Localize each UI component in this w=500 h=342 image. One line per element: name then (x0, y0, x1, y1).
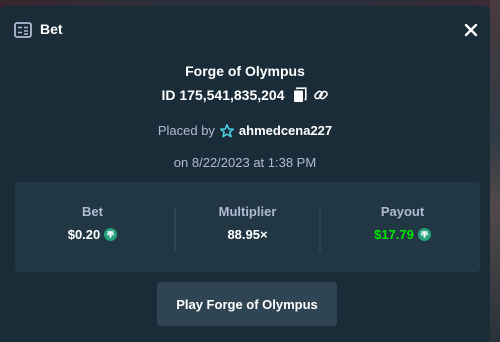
bet-label: Bet (82, 204, 103, 219)
bet-value-row: $0.20 (15, 227, 170, 242)
stat-divider (319, 208, 321, 252)
multiplier-value: 88.95× (227, 227, 268, 242)
multiplier-label: Multiplier (218, 204, 277, 219)
payout-stat: Payout $17.79 (325, 182, 480, 272)
multiplier-stat: Multiplier 88.95× (170, 182, 325, 272)
bet-id: ID 175,541,835,204 (161, 87, 285, 103)
game-name: Forge of Olympus (185, 63, 305, 79)
backdrop-edge (490, 0, 500, 342)
placed-by-label: Placed by (157, 123, 215, 138)
payout-value-row: $17.79 (325, 227, 480, 242)
bet-id-row: ID 175,541,835,204 (0, 85, 490, 105)
bet-value: $0.20 (67, 227, 101, 242)
play-game-button[interactable]: Play Forge of Olympus (157, 282, 337, 326)
placed-date: on 8/22/2023 at 1:38 PM (173, 155, 317, 170)
modal-title: Bet (40, 21, 63, 37)
link-icon[interactable] (313, 87, 329, 103)
tether-coin-icon (417, 228, 431, 241)
star-badge-icon (219, 123, 234, 138)
bet-stats-panel: Bet $0.20 Multiplier 88.95× Payout $17.7… (15, 182, 480, 272)
copy-icon[interactable] (293, 87, 307, 103)
username-link[interactable]: ahmedcena227 (239, 123, 332, 138)
bet-modal: Bet Forge of Olympus ID 175,541,835,204 … (0, 6, 490, 342)
tether-coin-icon (104, 228, 118, 241)
multiplier-value-row: 88.95× (170, 227, 325, 242)
placed-by-row: Placed by ahmedcena227 (0, 123, 490, 138)
bet-slip-icon (14, 22, 32, 38)
bet-amount-stat: Bet $0.20 (15, 182, 170, 272)
close-icon[interactable] (461, 20, 481, 40)
modal-header: Bet (0, 6, 490, 52)
payout-value: $17.79 (374, 227, 414, 242)
payout-label: Payout (380, 204, 425, 219)
